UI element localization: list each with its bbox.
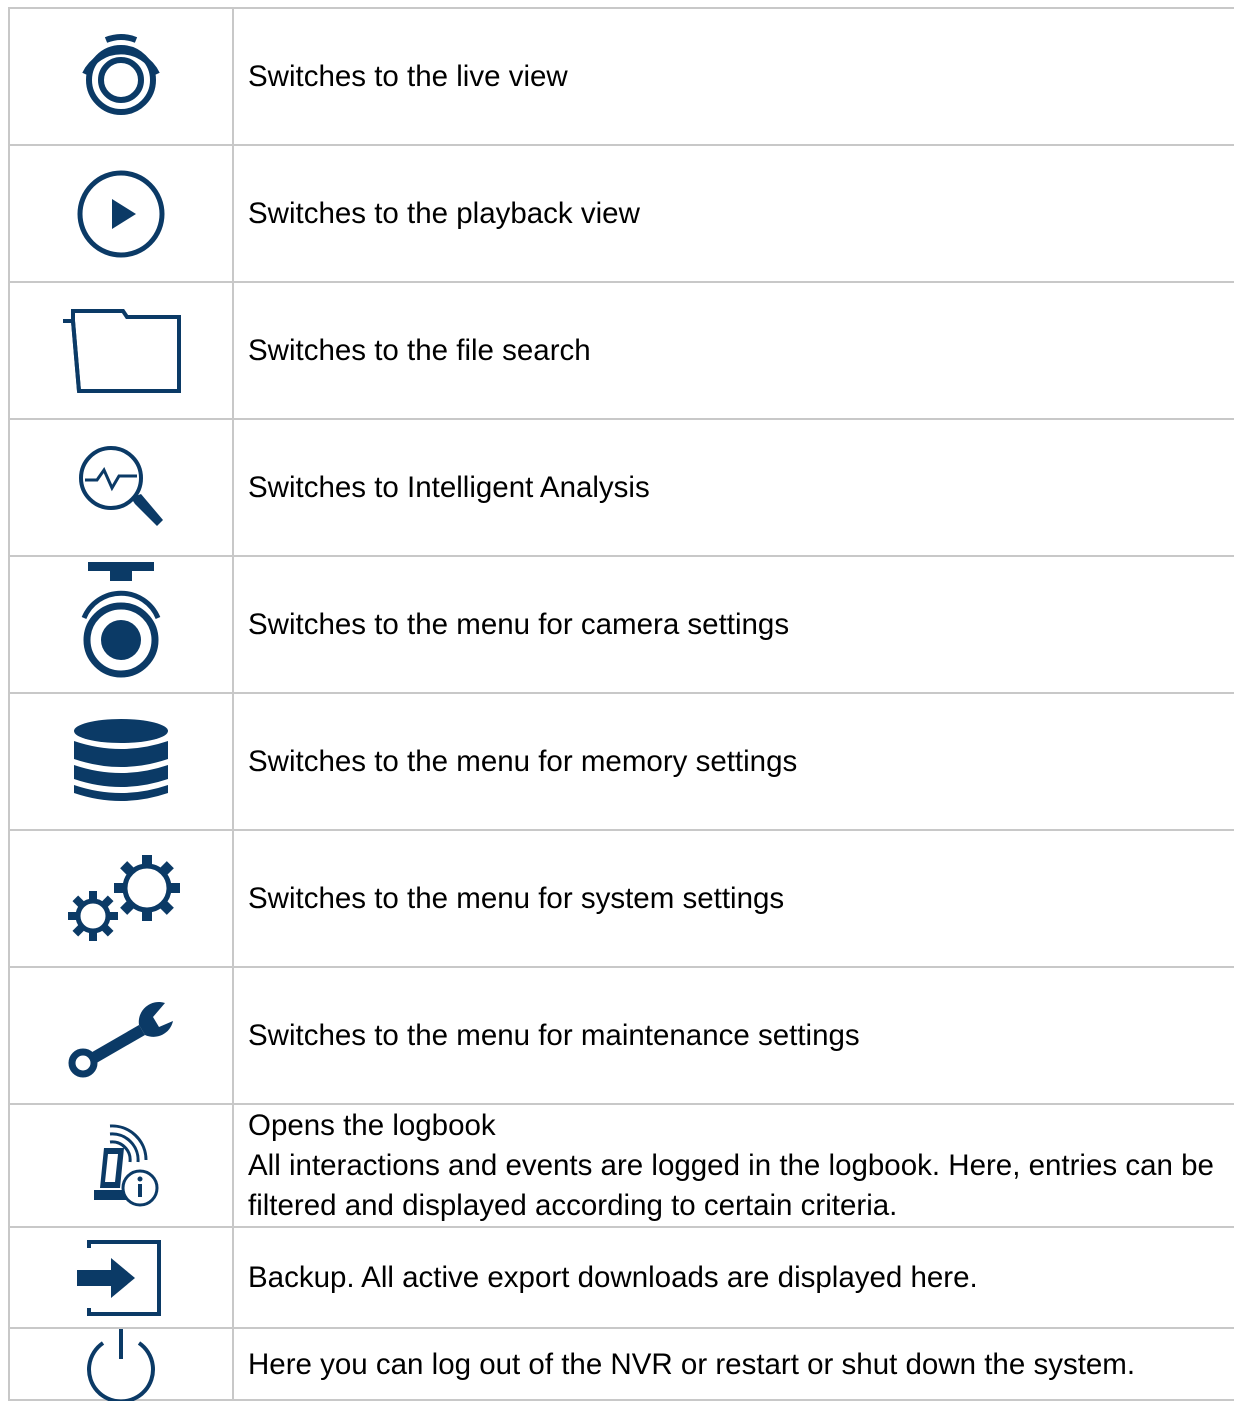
icon-cell: [8, 283, 234, 418]
description-cell: Switches to the menu for memory settings: [234, 694, 1234, 829]
description-cell: Switches to the file search: [234, 283, 1234, 418]
database-icon: [74, 718, 168, 801]
icon-cell: [8, 420, 234, 555]
description-cell: Switches to the menu for system settings: [234, 831, 1234, 966]
icon-cell: [8, 1105, 234, 1226]
camera-icon: [81, 561, 161, 677]
icon-cell: [8, 1329, 234, 1401]
table-row: Switches to the file search: [8, 283, 1234, 420]
wrench-icon: [68, 1001, 173, 1077]
power-icon: [87, 1329, 155, 1401]
icon-cell: [8, 831, 234, 966]
table-row: Backup. All active export downloads are …: [8, 1228, 1234, 1329]
icon-cell: [8, 968, 234, 1103]
description-cell: Backup. All active export downloads are …: [234, 1228, 1234, 1327]
table-row: Switches to the live view: [8, 9, 1234, 146]
playback-icon: [77, 170, 165, 257]
logbook-icon: [94, 1123, 159, 1206]
live-view-icon: [82, 33, 160, 115]
description-cell: Here you can log out of the NVR or resta…: [234, 1329, 1234, 1401]
row-text: Switches to the menu for memory settings: [248, 744, 798, 778]
table-row: Switches to the playback view: [8, 146, 1234, 283]
row-text: Switches to the menu for system settings: [248, 881, 785, 915]
row-text: Switches to the live view: [248, 59, 568, 93]
row-text: Backup. All active export downloads are …: [248, 1260, 978, 1294]
row-text: Switches to the playback view: [248, 196, 640, 230]
row-text: Switches to the file search: [248, 333, 591, 367]
analysis-search-icon: [79, 445, 163, 526]
description-cell: Opens the logbook All interactions and e…: [234, 1105, 1234, 1226]
description-cell: Switches to the menu for camera settings: [234, 557, 1234, 692]
table-row: Switches to the menu for maintenance set…: [8, 968, 1234, 1105]
row-title: Opens the logbook: [248, 1108, 496, 1142]
icon-cell: [8, 9, 234, 144]
icon-cell: [8, 694, 234, 829]
table-row: Switches to the menu for memory settings: [8, 694, 1234, 831]
description-cell: Switches to Intelligent Analysis: [234, 420, 1234, 555]
icon-cell: [8, 557, 234, 692]
row-text: Switches to the menu for camera settings: [248, 607, 790, 641]
folder-icon: [63, 308, 181, 393]
row-detail: All interactions and events are logged i…: [248, 1148, 1214, 1222]
table-row: Switches to Intelligent Analysis: [8, 420, 1234, 557]
table-row: Switches to the menu for system settings: [8, 831, 1234, 968]
description-cell: Switches to the menu for maintenance set…: [234, 968, 1234, 1103]
gears-icon: [68, 854, 180, 941]
backup-icon: [77, 1239, 161, 1316]
table-row: Here you can log out of the NVR or resta…: [8, 1329, 1234, 1401]
table-row: Switches to the menu for camera settings: [8, 557, 1234, 694]
row-text: Switches to Intelligent Analysis: [248, 470, 650, 504]
icon-cell: [8, 1228, 234, 1327]
description-cell: Switches to the playback view: [234, 146, 1234, 281]
row-text: Here you can log out of the NVR or resta…: [248, 1348, 1136, 1381]
description-cell: Switches to the live view: [234, 9, 1234, 144]
icon-description-table: Switches to the live view Switches to th…: [8, 7, 1234, 1401]
icon-cell: [8, 146, 234, 281]
table-row: Opens the logbook All interactions and e…: [8, 1105, 1234, 1228]
row-text: Switches to the menu for maintenance set…: [248, 1018, 860, 1052]
